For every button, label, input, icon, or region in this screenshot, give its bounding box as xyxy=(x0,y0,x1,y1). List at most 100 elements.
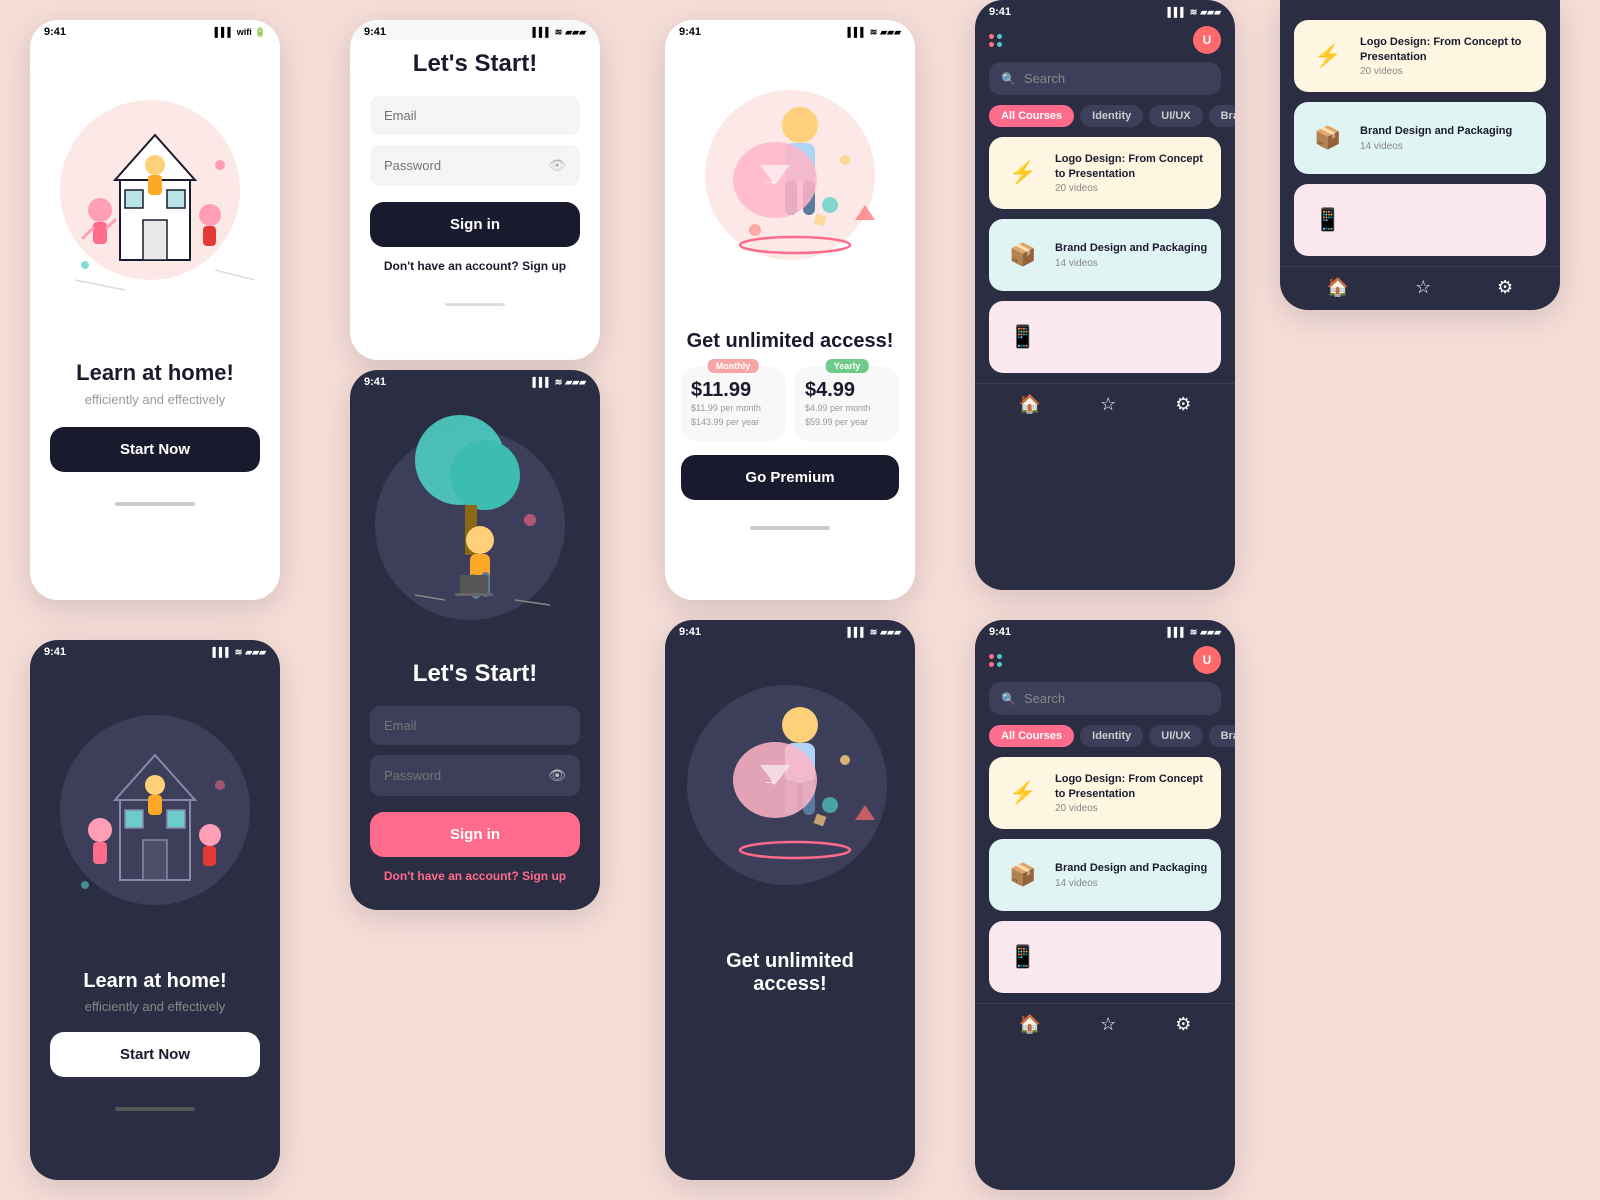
phone-lets-start-dark: 9:41 ▌▌▌ ≋ ▰▰▰ xyxy=(350,370,600,910)
dark-signup-prompt: Don't have an account? Sign up xyxy=(370,869,580,883)
status-icons-5: ▌▌▌ ≋ ▰▰▰ xyxy=(213,647,266,658)
pricing-card-yearly: Yearly $4.99 $4.99 per month $59.99 per … xyxy=(795,367,899,441)
yearly-sub2: $59.99 per year xyxy=(805,417,868,427)
start-now-button-light[interactable]: Start Now xyxy=(50,427,260,472)
battery-icon-3: ▰▰▰ xyxy=(880,27,901,38)
phone5-content: Learn at home! efficiently and effective… xyxy=(30,960,280,1097)
dot-8-1 xyxy=(989,654,994,659)
email-field-dark[interactable] xyxy=(370,706,580,745)
home-nav-icon-8[interactable]: 🏠 xyxy=(1019,1014,1041,1035)
status-icons-6: ▌▌▌ ≋ ▰▰▰ xyxy=(533,377,586,388)
phone3-title: Get unlimited access! xyxy=(681,330,899,353)
monthly-sub: $11.99 per month $143.99 per year xyxy=(691,402,775,429)
password-input-light[interactable] xyxy=(384,158,548,173)
wifi-icon-6: ≋ xyxy=(555,377,563,388)
dot-8-2 xyxy=(997,654,1002,659)
star-nav-icon-8[interactable]: ☆ xyxy=(1100,1014,1116,1035)
battery-icon-4: ▰▰▰ xyxy=(1200,7,1221,18)
filter-all-courses[interactable]: All Courses xyxy=(989,105,1074,127)
signup-link-light[interactable]: Sign up xyxy=(522,259,566,273)
pricing-card-monthly: Monthly $11.99 $11.99 per month $143.99 … xyxy=(681,367,785,441)
start-now-button-dark[interactable]: Start Now xyxy=(50,1032,260,1077)
filter-uiux[interactable]: UI/UX xyxy=(1149,105,1202,127)
house-illustration-1 xyxy=(55,70,255,320)
course-card-mobile-4[interactable]: 📱 xyxy=(989,301,1221,373)
email-field-light[interactable] xyxy=(370,96,580,135)
email-input-light[interactable] xyxy=(384,108,566,123)
course-card-logo-8[interactable]: ⚡ Logo Design: From Concept to Presentat… xyxy=(989,757,1221,829)
wifi-icon-7: ≋ xyxy=(870,627,878,638)
eye-toggle-light[interactable]: 👁 xyxy=(548,157,566,174)
bottom-nav-8: 🏠 ☆ ⚙ xyxy=(975,1003,1235,1043)
monthly-badge: Monthly xyxy=(708,359,759,373)
signin-button-light[interactable]: Sign in xyxy=(370,202,580,247)
time-7: 9:41 xyxy=(679,626,701,638)
course-info-logo-4: Logo Design: From Concept to Presentatio… xyxy=(1055,152,1209,194)
course-card-brand-4[interactable]: 📦 Brand Design and Packaging 14 videos xyxy=(989,219,1221,291)
battery-icon-2: ▰▰▰ xyxy=(565,27,586,38)
status-bar-5: 9:41 ▌▌▌ ≋ ▰▰▰ xyxy=(30,640,280,660)
wifi-icon-2: ≋ xyxy=(555,27,563,38)
settings-nav-icon-4[interactable]: ⚙ xyxy=(1175,394,1191,415)
status-bar-3: 9:41 ▌▌▌ ≋ ▰▰▰ xyxy=(665,20,915,40)
filter-all-8[interactable]: All Courses xyxy=(989,725,1074,747)
password-input-dark[interactable] xyxy=(384,768,548,783)
star-nav-icon-tr[interactable]: ☆ xyxy=(1415,277,1431,298)
dark-signup-text: Don't have an account? xyxy=(384,869,519,883)
dark-signup-link[interactable]: Sign up xyxy=(522,869,566,883)
course-title-brand-8: Brand Design and Packaging xyxy=(1055,861,1207,875)
filter-brandi[interactable]: Brandi... xyxy=(1209,105,1235,127)
status-icons-3: ▌▌▌ ≋ ▰▰▰ xyxy=(848,27,901,38)
phone-learn-at-home-light: 9:41 ▌▌▌ wifi 🔋 xyxy=(30,20,280,600)
course-icon-mobile-tr: 📱 xyxy=(1306,198,1350,242)
filter-identity[interactable]: Identity xyxy=(1080,105,1143,127)
course-card-brand-tr[interactable]: 📦 Brand Design and Packaging 14 videos xyxy=(1294,102,1546,174)
search-bar-8[interactable]: 🔍 Search xyxy=(989,682,1221,715)
dot-2 xyxy=(997,34,1002,39)
signin-button-dark[interactable]: Sign in xyxy=(370,812,580,857)
home-nav-icon-tr[interactable]: 🏠 xyxy=(1327,277,1349,298)
search-icon-8: 🔍 xyxy=(1001,692,1016,706)
filter-identity-8[interactable]: Identity xyxy=(1080,725,1143,747)
battery-icon-1: 🔋 xyxy=(255,27,266,38)
course-icon-logo-8: ⚡ xyxy=(1001,771,1045,815)
filter-uiux-8[interactable]: UI/UX xyxy=(1149,725,1202,747)
email-input-dark[interactable] xyxy=(384,718,566,733)
home-nav-icon-4[interactable]: 🏠 xyxy=(1019,394,1041,415)
status-icons-4: ▌▌▌ ≋ ▰▰▰ xyxy=(1168,7,1221,18)
yearly-badge: Yearly xyxy=(826,359,869,373)
avatar-4[interactable]: U xyxy=(1193,26,1221,54)
search-bar-4[interactable]: 🔍 Search xyxy=(989,62,1221,95)
phone-learn-at-home-dark: 9:41 ▌▌▌ ≋ ▰▰▰ xyxy=(30,640,280,1180)
signal-icon-5: ▌▌▌ xyxy=(213,647,232,657)
settings-nav-icon-tr[interactable]: ⚙ xyxy=(1497,277,1513,298)
course-icon-mobile-8: 📱 xyxy=(1001,935,1045,979)
status-bar-8: 9:41 ▌▌▌ ≋ ▰▰▰ xyxy=(975,620,1235,640)
bottom-nav-4: 🏠 ☆ ⚙ xyxy=(975,383,1235,423)
password-field-dark[interactable]: 👁 xyxy=(370,755,580,796)
course-icon-brand-8: 📦 xyxy=(1001,853,1045,897)
home-indicator-1 xyxy=(115,502,195,506)
filter-brandi-8[interactable]: Brandi... xyxy=(1209,725,1235,747)
avatar-8[interactable]: U xyxy=(1193,646,1221,674)
go-premium-button[interactable]: Go Premium xyxy=(681,455,899,500)
dark-lets-start-title: Let's Start! xyxy=(370,660,580,688)
course-icon-logo-tr: ⚡ xyxy=(1306,34,1350,78)
password-field-light[interactable]: 👁 xyxy=(370,145,580,186)
carrying-illustration-dark: → xyxy=(700,655,880,925)
filter-tabs-4: All Courses Identity UI/UX Brandi... xyxy=(975,105,1235,137)
course-card-logo-4[interactable]: ⚡ Logo Design: From Concept to Presentat… xyxy=(989,137,1221,209)
course-card-mobile-tr[interactable]: 📱 xyxy=(1294,184,1546,256)
yearly-price: $4.99 xyxy=(805,379,889,402)
course-card-brand-8[interactable]: 📦 Brand Design and Packaging 14 videos xyxy=(989,839,1221,911)
settings-nav-icon-8[interactable]: ⚙ xyxy=(1175,1014,1191,1035)
course-icon-brand-4: 📦 xyxy=(1001,233,1045,277)
grid-icon-4[interactable] xyxy=(989,34,1005,47)
star-nav-icon-4[interactable]: ☆ xyxy=(1100,394,1116,415)
course-card-logo-tr[interactable]: ⚡ Logo Design: From Concept to Presentat… xyxy=(1294,20,1546,92)
grid-icon-8[interactable] xyxy=(989,654,1005,667)
course-card-mobile-8[interactable]: 📱 xyxy=(989,921,1221,993)
phone7-content: Get unlimited access! xyxy=(665,940,915,1018)
eye-toggle-dark[interactable]: 👁 xyxy=(548,767,566,784)
monthly-sub2: $143.99 per year xyxy=(691,417,759,427)
